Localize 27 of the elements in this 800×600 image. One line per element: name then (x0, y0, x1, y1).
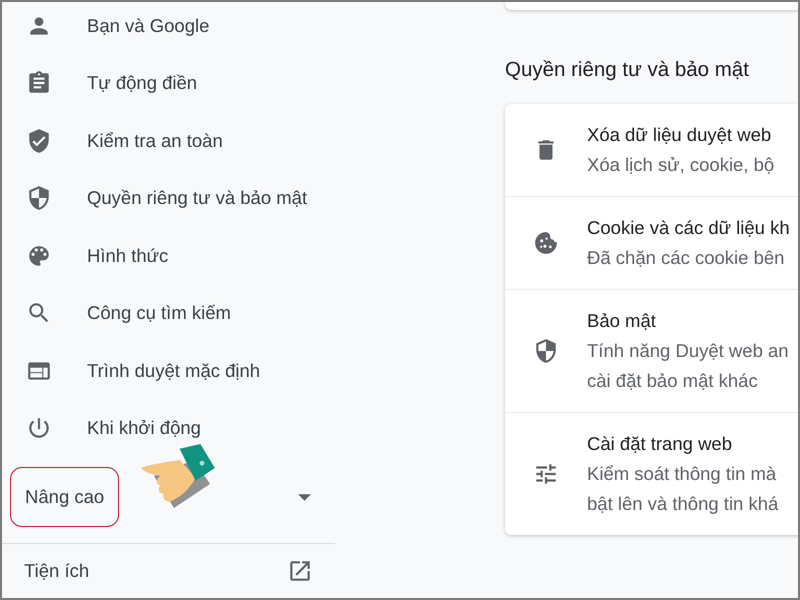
settings-row[interactable]: Cài đặt trang web Kiểm soát thông tin mà bật lên và thông tin khá (505, 412, 798, 535)
row-description: Xóa lịch sử, cookie, bộ (587, 153, 774, 177)
row-description: Đã chặn các cookie bên (587, 246, 786, 270)
advanced-label: Nâng cao (10, 467, 120, 527)
sidebar-item[interactable]: Bạn và Google (2, 2, 335, 54)
section-title: Quyền riêng tư và bảo mật (505, 58, 750, 82)
sidebar-item[interactable]: Hình thức (2, 227, 335, 284)
row-description: bật lên và thông tin khá (587, 492, 778, 516)
row-description: cài đặt bảo mật khác (587, 369, 759, 393)
sidebar-item[interactable]: Khi khởi động (2, 400, 335, 457)
settings-row[interactable]: Cookie và các dữ liệu kh Đã chặn các cookie bên (505, 196, 798, 289)
row-title: Cài đặt trang web (587, 432, 734, 456)
row-description: Kiểm soát thông tin mà (587, 462, 778, 486)
row-title: Xóa dữ liệu duyệt web (587, 123, 772, 147)
sidebar-item[interactable]: Trình duyệt mặc định (2, 342, 335, 400)
settings-row[interactable]: Bảo mật Tính năng Duyệt web an cài đặt bảo mật khác (505, 289, 798, 412)
sidebar-item[interactable]: Tự động điền (2, 54, 335, 112)
sidebar-item[interactable]: Quyền riêng tư và bảo mật (2, 170, 335, 227)
settings-row[interactable]: Xóa dữ liệu duyệt web Xóa lịch sử, cookie, bộ (505, 104, 798, 196)
cookie-icon (533, 230, 559, 256)
row-title: Cookie và các dữ liệu kh (587, 216, 790, 240)
row-description: Tính năng Duyệt web an (587, 339, 789, 363)
sidebar-item[interactable]: Kiểm tra an toàn (2, 112, 335, 170)
sidebar-item[interactable]: Công cụ tìm kiếm (2, 284, 335, 342)
sidebar-item[interactable]: Tiện ích (2, 544, 335, 598)
row-title: Bảo mật (587, 309, 657, 333)
caret-icon (298, 494, 311, 500)
